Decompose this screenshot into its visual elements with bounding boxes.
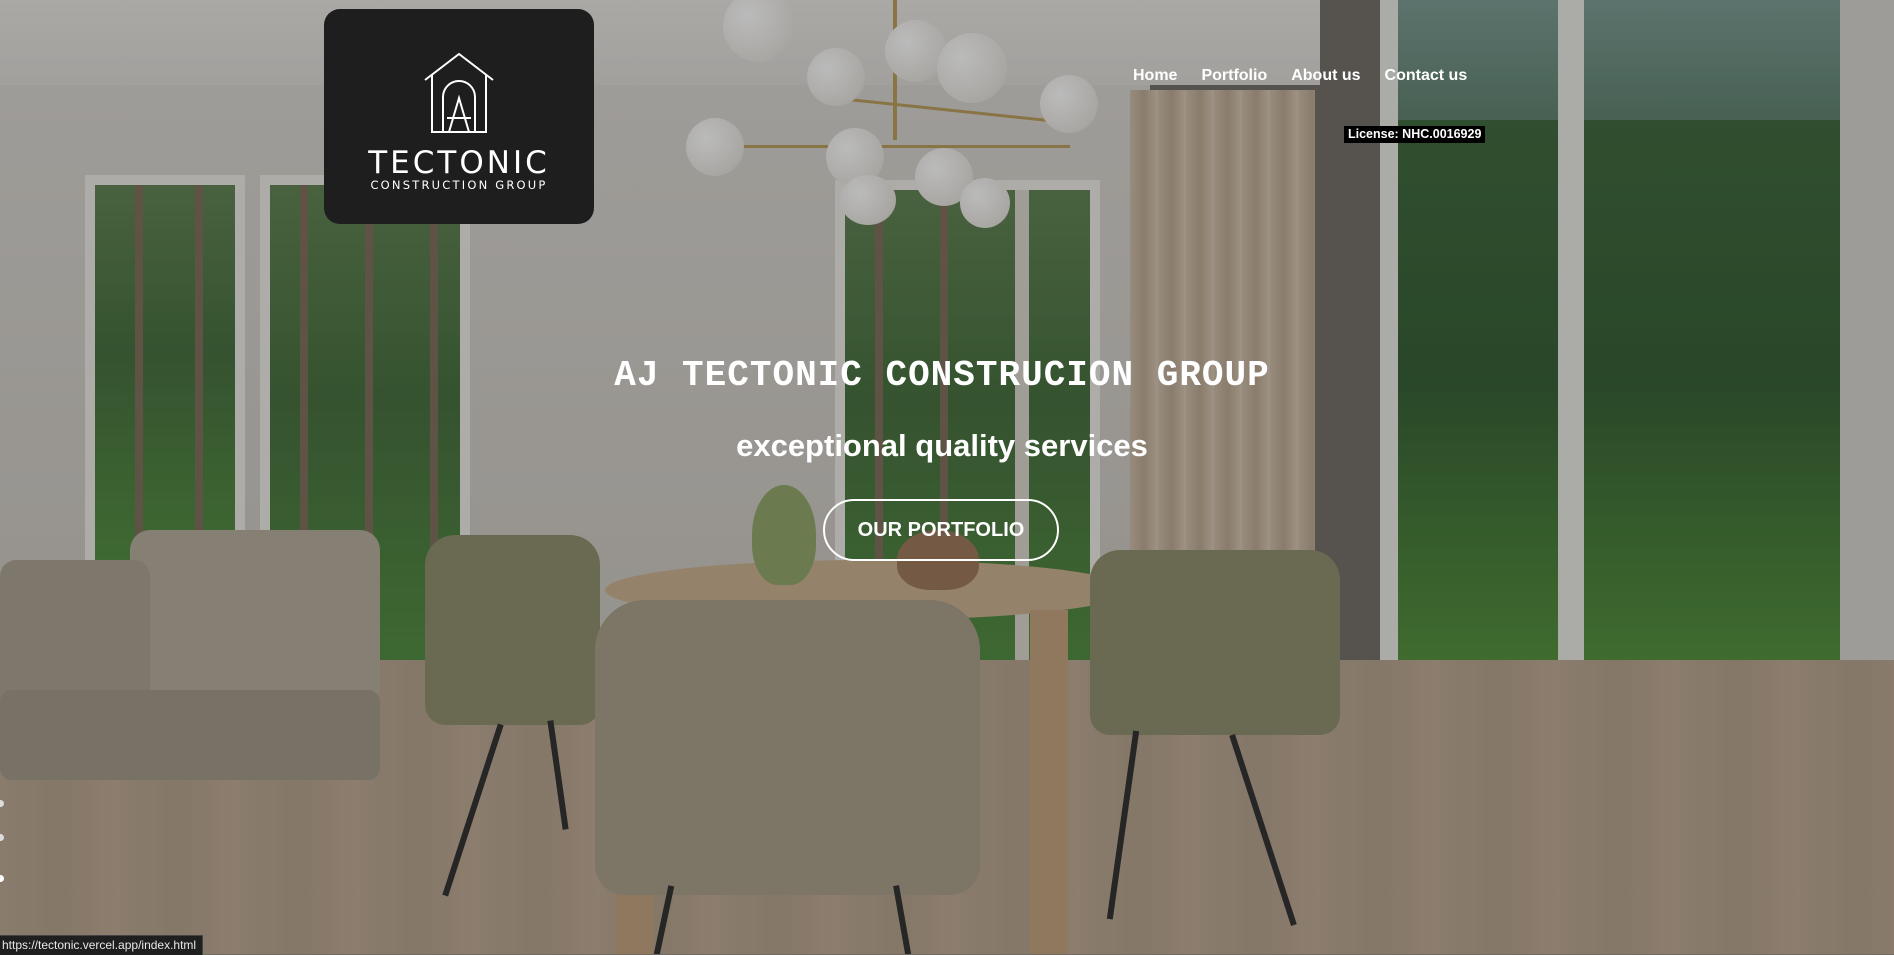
status-bar-url: https://tectonic.vercel.app/index.html	[0, 935, 204, 955]
nav-home-link[interactable]: Home	[1133, 67, 1177, 85]
house-logo-icon	[424, 52, 494, 133]
nav-contact-link[interactable]: Contact us	[1385, 67, 1468, 85]
logo-name: TECTONIC	[368, 145, 550, 181]
nav-about-link[interactable]: About us	[1291, 67, 1360, 85]
main-nav: Home Portfolio About us Contact us	[1133, 67, 1491, 85]
hero-title: AJ TECTONIC CONSTRUCION GROUP	[614, 355, 1270, 396]
license-badge: License: NHC.0016929	[1344, 126, 1486, 143]
hero-background-image	[0, 0, 1894, 954]
logo[interactable]: TECTONIC CONSTRUCTION GROUP	[324, 9, 594, 224]
logo-subtitle: CONSTRUCTION GROUP	[370, 178, 548, 192]
our-portfolio-button[interactable]: OUR PORTFOLIO	[823, 499, 1059, 561]
nav-portfolio-link[interactable]: Portfolio	[1201, 67, 1267, 85]
hero-subtitle: exceptional quality services	[736, 428, 1148, 463]
